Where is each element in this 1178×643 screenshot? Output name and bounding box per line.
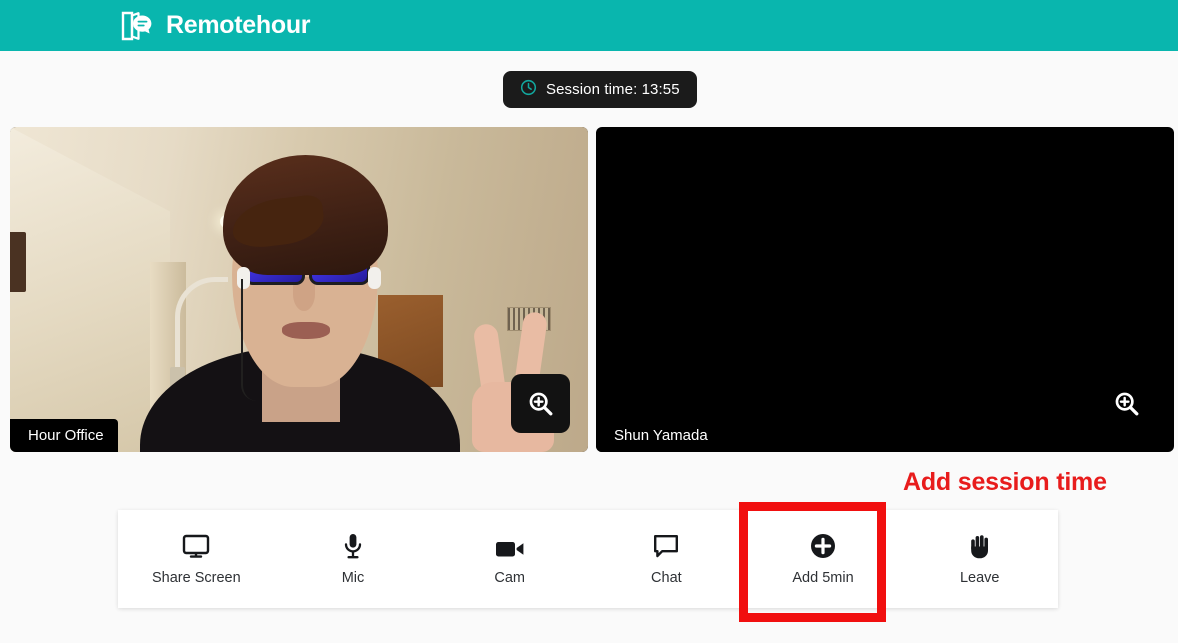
door-speech-bubble-icon bbox=[120, 10, 154, 42]
video-tile-remote[interactable]: Shun Yamada bbox=[596, 127, 1174, 452]
clock-icon bbox=[520, 79, 537, 101]
chat-button[interactable]: Chat bbox=[588, 510, 745, 608]
brand-name: Remotehour bbox=[166, 11, 311, 39]
participant-name-label: Shun Yamada bbox=[596, 419, 722, 452]
add-5min-button[interactable]: Add 5min bbox=[745, 510, 902, 608]
share-screen-button[interactable]: Share Screen bbox=[118, 510, 275, 608]
brand: Remotehour bbox=[120, 10, 311, 42]
magnifier-plus-icon[interactable] bbox=[1097, 374, 1156, 433]
mic-button[interactable]: Mic bbox=[275, 510, 432, 608]
share-screen-label: Share Screen bbox=[152, 569, 241, 586]
webcam-video bbox=[10, 127, 588, 452]
monitor-icon bbox=[182, 533, 210, 559]
video-camera-icon bbox=[495, 533, 525, 559]
raised-hand-icon bbox=[968, 533, 992, 559]
plus-circle-icon bbox=[810, 533, 836, 559]
annotation-add-session-time: Add session time bbox=[903, 468, 1107, 496]
session-time-label: Session time: 13:55 bbox=[546, 81, 680, 98]
leave-button[interactable]: Leave bbox=[901, 510, 1058, 608]
magnifier-plus-icon[interactable] bbox=[511, 374, 570, 433]
chat-label: Chat bbox=[651, 569, 682, 586]
cam-button[interactable]: Cam bbox=[431, 510, 588, 608]
add-5min-label: Add 5min bbox=[792, 569, 854, 586]
session-timer-badge: Session time: 13:55 bbox=[503, 71, 697, 108]
participant-name-label: Hour Office bbox=[10, 419, 118, 452]
video-grid: Hour Office Shun Yamada bbox=[10, 127, 1174, 452]
speech-bubble-icon bbox=[653, 533, 679, 559]
video-tile-local[interactable]: Hour Office bbox=[10, 127, 588, 452]
leave-label: Leave bbox=[959, 569, 1000, 586]
cam-label: Cam bbox=[494, 569, 525, 586]
call-controls-toolbar: Share Screen Mic Cam Chat Add 5min Leave bbox=[118, 510, 1058, 608]
microphone-icon bbox=[343, 533, 363, 559]
app-header: Remotehour bbox=[0, 0, 1178, 51]
mic-label: Mic bbox=[341, 569, 365, 586]
